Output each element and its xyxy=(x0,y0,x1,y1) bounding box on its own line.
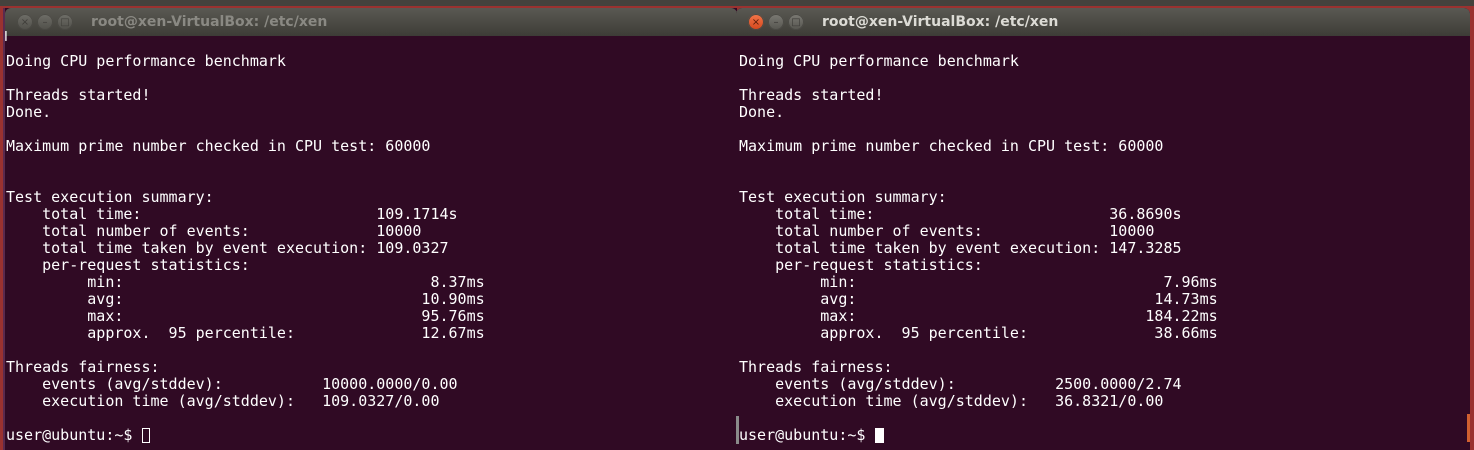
terminal-line: total number of events: 10000 xyxy=(739,222,1155,240)
close-icon[interactable]: × xyxy=(748,14,764,30)
terminal-line: Done. xyxy=(6,103,52,121)
close-icon[interactable]: × xyxy=(17,14,33,30)
terminal-line: execution time (avg/stddev): 109.0327/0.… xyxy=(6,392,440,410)
text-cursor-icon: I xyxy=(4,30,8,45)
maximize-icon[interactable]: □ xyxy=(57,14,73,30)
desktop-top-panel xyxy=(0,0,1474,6)
terminal-line: avg: 14.73ms xyxy=(739,290,1218,308)
title-bar[interactable]: × – □ root@xen-VirtualBox: /etc/xen xyxy=(5,8,737,36)
terminal-cursor xyxy=(142,428,151,443)
terminal-window-right[interactable]: × – □ root@xen-VirtualBox: /etc/xen Doin… xyxy=(736,8,1470,450)
terminal-line: Threads started! xyxy=(739,86,884,104)
shell-prompt: user@ubuntu:~$ xyxy=(6,426,142,444)
terminal-line: max: 184.22ms xyxy=(739,307,1218,325)
window-title: root@xen-VirtualBox: /etc/xen xyxy=(822,14,1059,30)
terminal-line: approx. 95 percentile: 38.66ms xyxy=(739,324,1218,342)
terminal-line: total time: 36.8690s xyxy=(739,205,1182,223)
terminal-line: Maximum prime number checked in CPU test… xyxy=(6,137,431,155)
terminal-line: min: 8.37ms xyxy=(6,273,485,291)
minimize-icon[interactable]: – xyxy=(768,14,784,30)
terminal-line: total time taken by event execution: 109… xyxy=(6,239,449,257)
terminal-output[interactable]: Doing CPU performance benchmark Threads s… xyxy=(6,36,737,450)
terminal-line: total time: 109.1714s xyxy=(6,205,458,223)
terminal-line: approx. 95 percentile: 12.67ms xyxy=(6,324,485,342)
maximize-icon[interactable]: □ xyxy=(788,14,804,30)
prompt-line[interactable]: user@ubuntu:~$ xyxy=(739,427,1470,444)
terminal-line: max: 95.76ms xyxy=(6,307,485,325)
terminal-line: Threads started! xyxy=(6,86,151,104)
terminal-line: total number of events: 10000 xyxy=(6,222,422,240)
terminal-line: Test execution summary: xyxy=(739,188,947,206)
prompt-line[interactable]: user@ubuntu:~$ xyxy=(6,427,737,444)
shell-prompt: user@ubuntu:~$ xyxy=(739,426,875,444)
scrollbar[interactable] xyxy=(1467,414,1470,442)
terminal-output[interactable]: Doing CPU performance benchmark Threads s… xyxy=(739,36,1470,450)
scrollbar[interactable] xyxy=(736,416,739,444)
terminal-line: events (avg/stddev): 2500.0000/2.74 xyxy=(739,375,1182,393)
terminal-line: Threads fairness: xyxy=(6,358,160,376)
terminal-line: avg: 10.90ms xyxy=(6,290,485,308)
terminal-line: execution time (avg/stddev): 36.8321/0.0… xyxy=(739,392,1164,410)
terminal-line: Done. xyxy=(739,103,785,121)
terminal-line: per-request statistics: xyxy=(739,256,983,274)
terminal-line: per-request statistics: xyxy=(6,256,250,274)
window-title: root@xen-VirtualBox: /etc/xen xyxy=(91,14,328,30)
terminal-cursor xyxy=(875,428,885,443)
terminal-line: Maximum prime number checked in CPU test… xyxy=(739,137,1164,155)
terminal-line: Doing CPU performance benchmark xyxy=(6,52,286,70)
minimize-icon[interactable]: – xyxy=(37,14,53,30)
terminal-line: Doing CPU performance benchmark xyxy=(739,52,1019,70)
terminal-line: Test execution summary: xyxy=(6,188,214,206)
terminal-line: min: 7.96ms xyxy=(739,273,1218,291)
terminal-window-left[interactable]: × – □ root@xen-VirtualBox: /etc/xen Doin… xyxy=(3,8,737,450)
terminal-line: Threads fairness: xyxy=(739,358,893,376)
terminal-line: total time taken by event execution: 147… xyxy=(739,239,1182,257)
title-bar[interactable]: × – □ root@xen-VirtualBox: /etc/xen xyxy=(736,8,1470,36)
terminal-line: events (avg/stddev): 10000.0000/0.00 xyxy=(6,375,458,393)
